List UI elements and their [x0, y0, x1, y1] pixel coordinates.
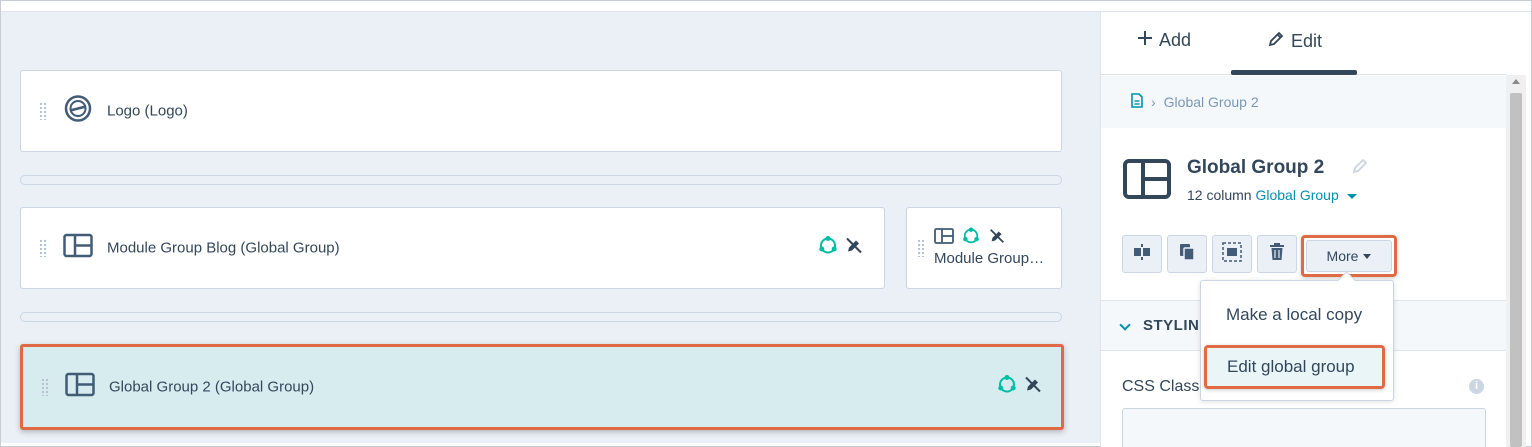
group-title: Global Group 2	[1187, 157, 1325, 178]
column-count: 12 column	[1187, 187, 1252, 203]
global-sync-icon	[818, 236, 838, 261]
tab-edit[interactable]: Edit	[1267, 30, 1322, 53]
info-icon[interactable]: i	[1469, 379, 1484, 394]
row-divider	[20, 175, 1062, 185]
delete-button[interactable]	[1257, 235, 1297, 273]
copy-icon	[1179, 243, 1195, 266]
module-label: Logo (Logo)	[107, 102, 188, 120]
split-button[interactable]	[1122, 235, 1162, 273]
module-row-module-group-blog[interactable]: Module Group Blog (Global Group)	[20, 207, 885, 289]
module-card-small[interactable]: Module Group Blog (Global Group)	[906, 207, 1062, 289]
tab-add-label: Add	[1159, 30, 1192, 50]
sidebar-tabs: Add Edit	[1101, 12, 1507, 75]
drag-handle-icon[interactable]	[41, 378, 49, 396]
module-label: Module Group Blog (Global Group)	[107, 239, 340, 257]
no-edit-icon	[844, 236, 864, 261]
no-edit-icon	[988, 227, 1006, 250]
more-button[interactable]: More	[1306, 240, 1392, 272]
select-all-button[interactable]	[1212, 235, 1252, 273]
tab-edit-label: Edit	[1291, 31, 1323, 51]
layout-icon	[934, 228, 954, 249]
module-label: Global Group 2 (Global Group)	[109, 378, 315, 396]
menu-item-edit-global-group-highlight: Edit global group	[1204, 345, 1385, 389]
tab-add[interactable]: Add	[1137, 30, 1191, 51]
module-status-icons	[997, 375, 1043, 400]
global-sync-icon	[997, 375, 1017, 400]
breadcrumb: › Global Group 2	[1101, 76, 1507, 128]
chevron-down-icon	[1119, 319, 1131, 331]
caret-down-icon[interactable]	[1346, 193, 1357, 199]
layout-icon	[1123, 159, 1171, 204]
small-card-icons	[934, 227, 1006, 250]
module-row-global-group-2[interactable]: Global Group 2 (Global Group)	[20, 344, 1064, 430]
more-button-label: More	[1326, 248, 1359, 264]
trash-icon	[1269, 242, 1285, 266]
layout-icon	[63, 233, 93, 263]
editor-canvas: Logo (Logo) Module Group Blog (Global Gr…	[1, 12, 1100, 443]
plus-icon	[1137, 30, 1153, 51]
sidebar-scrollbar[interactable]	[1506, 75, 1526, 447]
module-row-logo[interactable]: Logo (Logo)	[20, 70, 1062, 152]
breadcrumb-item: Global Group 2	[1163, 94, 1259, 110]
clone-button[interactable]	[1167, 235, 1207, 273]
module-status-icons	[818, 236, 864, 261]
drag-handle-icon[interactable]	[39, 102, 47, 120]
chevron-right-icon: ›	[1151, 94, 1156, 110]
menu-item-edit-global-group[interactable]: Edit global group	[1227, 357, 1355, 377]
module-label: Module Group Blog (Global Group)	[934, 250, 1046, 267]
row-divider	[20, 312, 1062, 322]
global-sync-icon	[962, 227, 980, 250]
styling-section-label: STYLIN	[1143, 317, 1200, 334]
layout-icon	[65, 372, 95, 402]
active-tab-indicator	[1231, 70, 1357, 75]
page-icon[interactable]	[1131, 93, 1143, 111]
rename-pencil-icon[interactable]	[1351, 157, 1369, 180]
scrollbar-thumb[interactable]	[1510, 93, 1522, 447]
menu-item-make-local-copy[interactable]: Make a local copy	[1226, 305, 1362, 325]
scroll-up-arrow-icon[interactable]	[1512, 79, 1520, 84]
top-strip	[1, 1, 1531, 12]
group-type-link[interactable]: Global Group	[1255, 187, 1338, 203]
split-icon	[1132, 243, 1152, 266]
drag-handle-icon[interactable]	[917, 239, 925, 257]
select-area-icon	[1222, 241, 1242, 267]
more-dropdown-menu: Make a local copy Edit global group	[1200, 280, 1394, 401]
group-subtitle: 12 column Global Group	[1187, 187, 1357, 203]
logo-icon	[63, 94, 93, 129]
css-class-label: CSS Class	[1122, 378, 1200, 395]
css-class-input[interactable]	[1122, 408, 1486, 447]
caret-down-icon	[1363, 253, 1372, 259]
no-edit-icon	[1023, 375, 1043, 400]
drag-handle-icon[interactable]	[39, 239, 47, 257]
pencil-icon	[1267, 30, 1285, 53]
more-button-highlight: More	[1301, 235, 1397, 277]
